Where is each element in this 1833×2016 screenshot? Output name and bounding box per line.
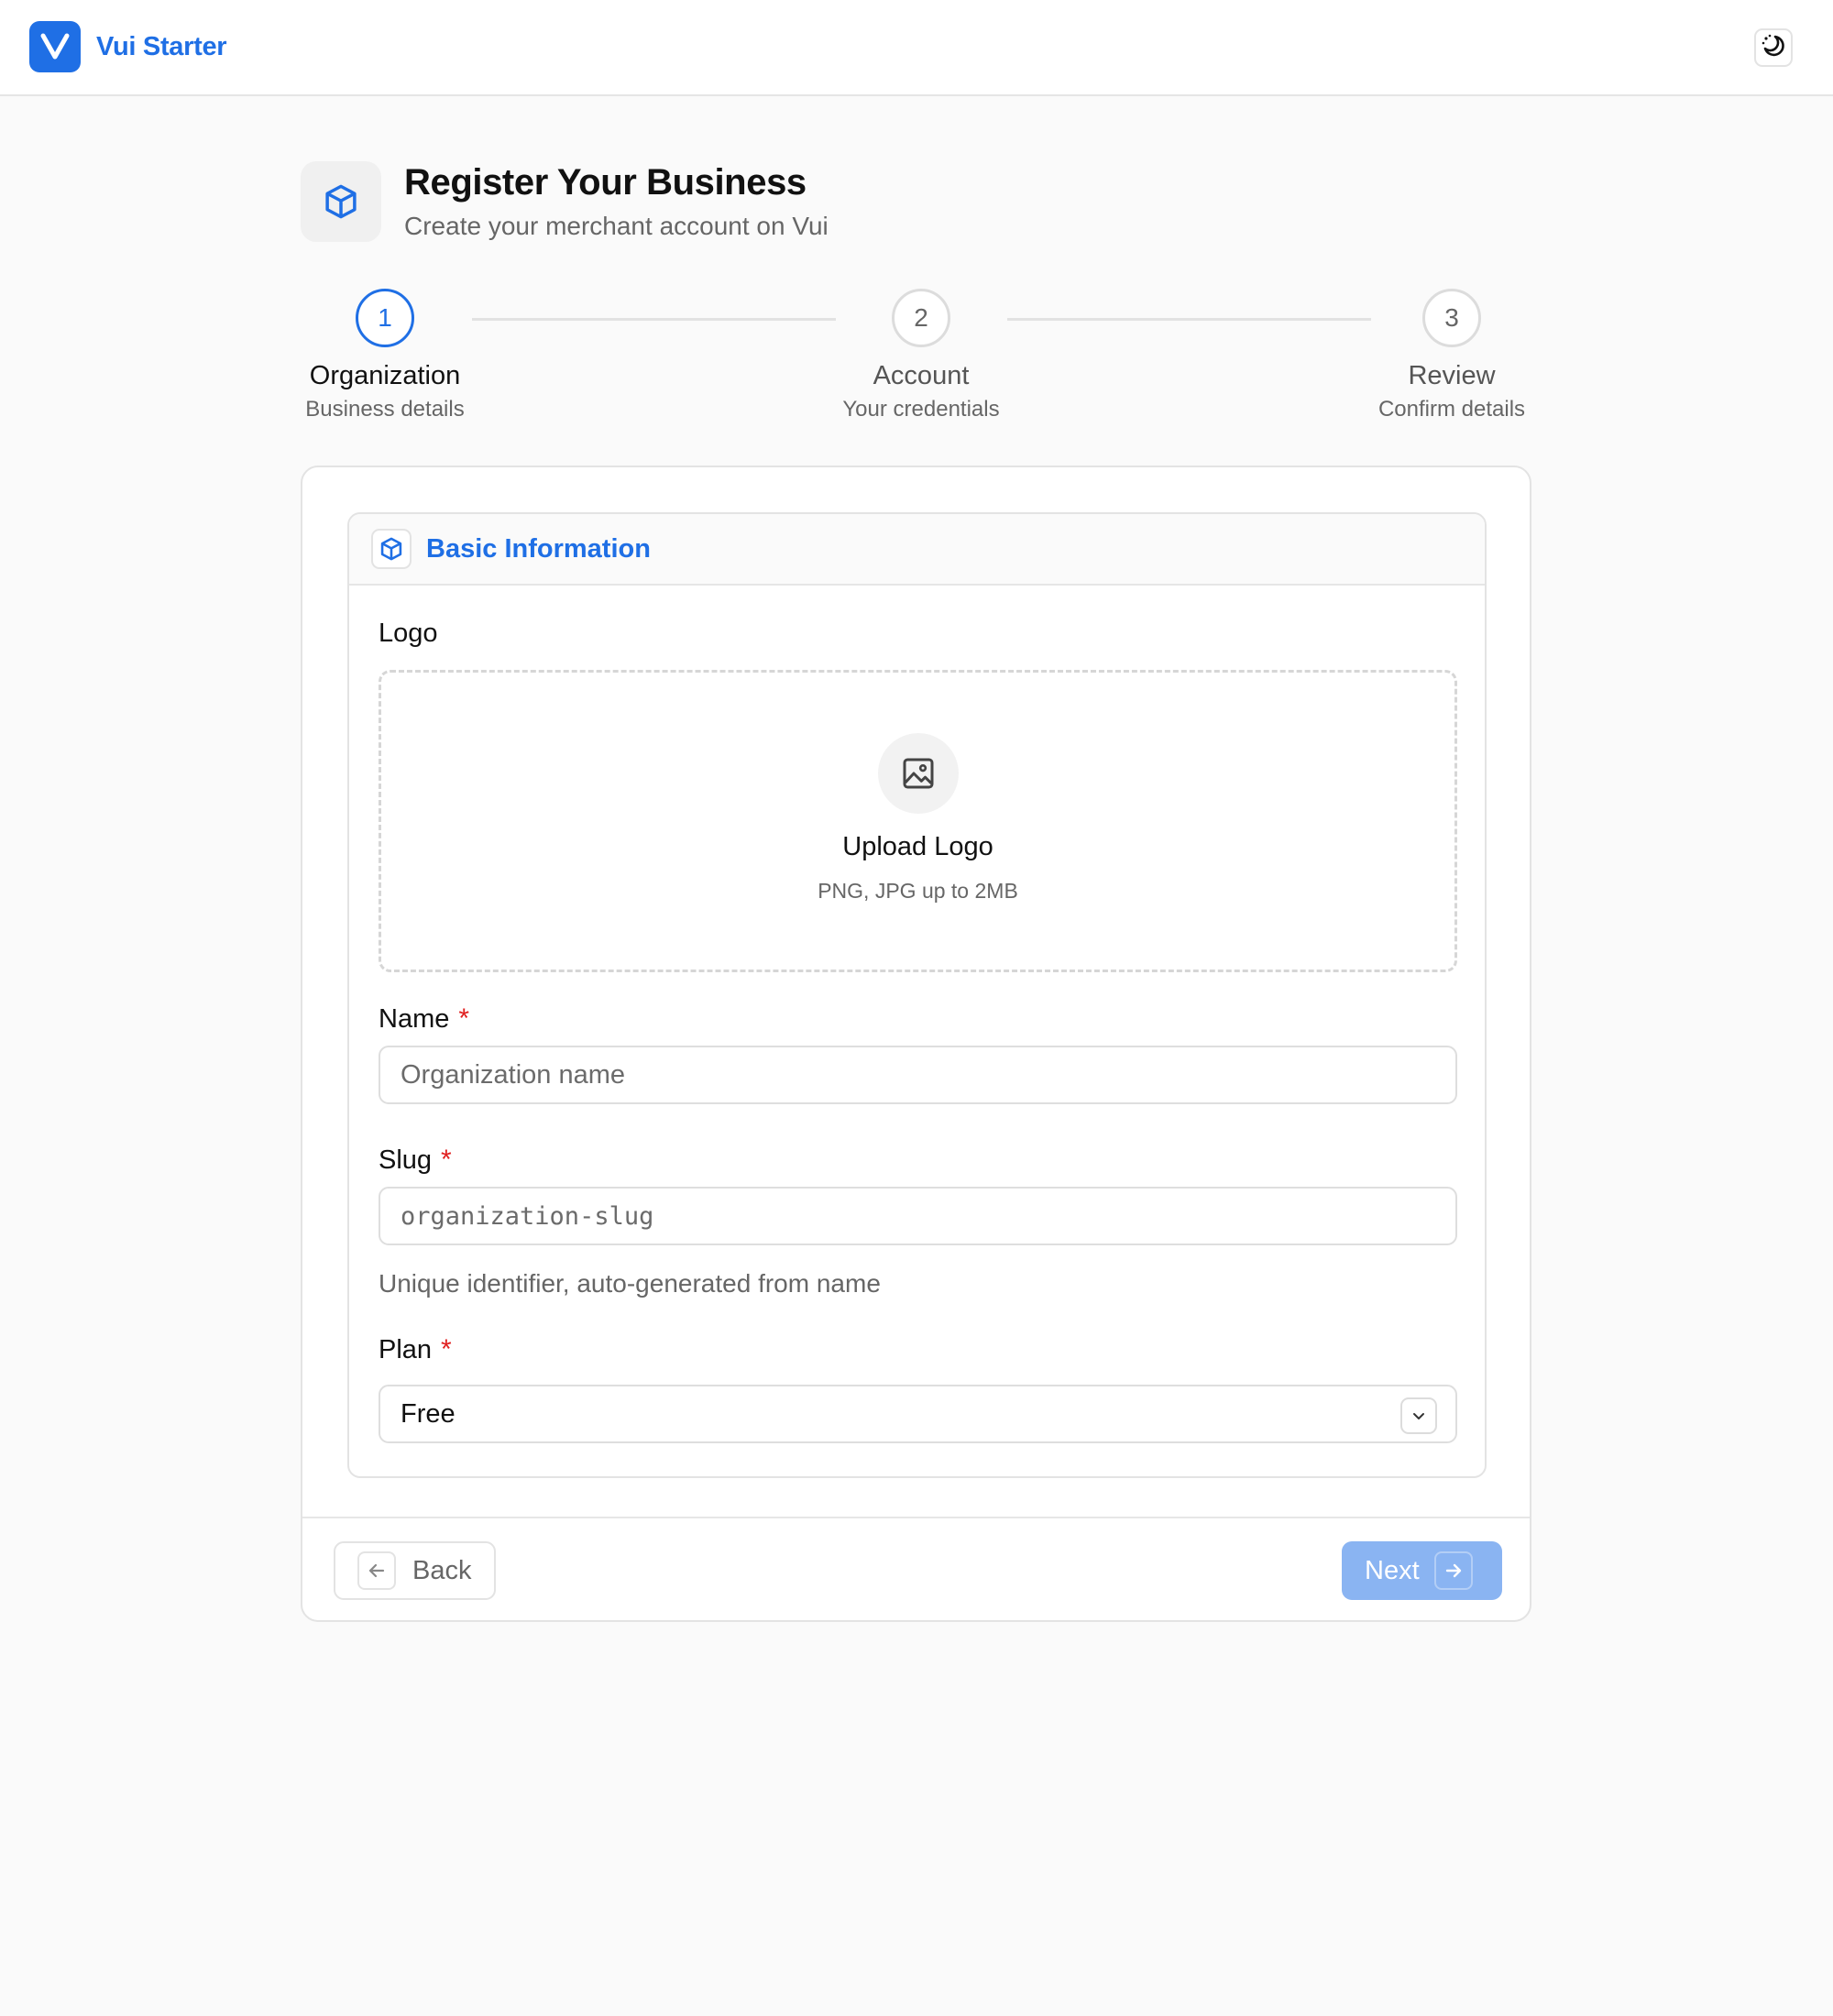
logo-label-text: Logo — [379, 619, 438, 648]
name-label-text: Name — [379, 1004, 450, 1034]
step-account[interactable]: 2 Account Your credentials — [784, 289, 1059, 422]
moon-icon — [1760, 32, 1787, 64]
form-footer: Back Next — [302, 1517, 1530, 1622]
step-number: 3 — [1422, 289, 1481, 347]
required-mark: * — [441, 1334, 452, 1364]
logo-label: Logo — [379, 619, 438, 649]
slug-label: Slug * — [379, 1145, 452, 1176]
step-subtitle: Your credentials — [842, 397, 1000, 422]
arrow-left-icon — [357, 1551, 396, 1590]
logo-upload-dropzone[interactable]: Upload Logo PNG, JPG up to 2MB — [379, 670, 1457, 972]
step-number: 1 — [356, 289, 414, 347]
plan-selected-value: Free — [401, 1398, 456, 1429]
brand-name: Vui Starter — [96, 31, 227, 61]
form-card: Basic Information Logo Upload Logo PNG, … — [301, 466, 1531, 1622]
step-title: Account — [873, 361, 970, 390]
image-icon — [877, 733, 959, 814]
step-connector — [472, 318, 836, 321]
back-label: Back — [412, 1555, 472, 1585]
name-label: Name * — [379, 1003, 469, 1035]
page-header: Register Your Business Create your merch… — [301, 160, 829, 243]
plan-select[interactable]: Free — [379, 1385, 1457, 1443]
slug-label-text: Slug — [379, 1145, 433, 1175]
required-mark: * — [458, 1003, 470, 1034]
back-button[interactable]: Back — [334, 1541, 496, 1600]
step-review[interactable]: 3 Review Confirm details — [1314, 289, 1589, 422]
step-title: Review — [1408, 361, 1496, 390]
required-mark: * — [441, 1145, 452, 1175]
upload-title: Upload Logo — [842, 832, 993, 861]
plan-label: Plan * — [379, 1334, 452, 1365]
name-input[interactable] — [379, 1046, 1457, 1104]
arrow-right-icon — [1433, 1551, 1473, 1590]
slug-help-text: Unique identifier, auto-generated from n… — [379, 1269, 881, 1298]
box-icon — [371, 529, 412, 569]
stepper: 1 Organization Business details 2 Accoun… — [0, 289, 1833, 426]
chevron-down-icon — [1400, 1397, 1437, 1434]
section-title: Basic Information — [426, 533, 651, 564]
plan-label-text: Plan — [379, 1335, 433, 1364]
step-subtitle: Business details — [305, 397, 465, 422]
step-number: 2 — [892, 289, 950, 347]
theme-toggle-button[interactable] — [1754, 28, 1793, 67]
section-header: Basic Information — [349, 514, 1485, 586]
next-label: Next — [1365, 1555, 1420, 1585]
next-button[interactable]: Next — [1342, 1541, 1502, 1600]
slug-input[interactable] — [379, 1187, 1457, 1245]
box-icon — [301, 161, 381, 242]
top-bar: Vui Starter — [0, 0, 1833, 96]
page-title: Register Your Business — [404, 162, 807, 203]
v-logo-icon — [29, 21, 81, 72]
brand[interactable]: Vui Starter — [29, 21, 227, 72]
basic-information-section: Basic Information Logo Upload Logo PNG, … — [347, 512, 1487, 1478]
step-subtitle: Confirm details — [1377, 397, 1526, 422]
step-title: Organization — [309, 361, 461, 390]
page-subtitle: Create your merchant account on Vui — [404, 212, 829, 240]
upload-hint: PNG, JPG up to 2MB — [818, 879, 1018, 903]
step-organization[interactable]: 1 Organization Business details — [247, 289, 522, 422]
